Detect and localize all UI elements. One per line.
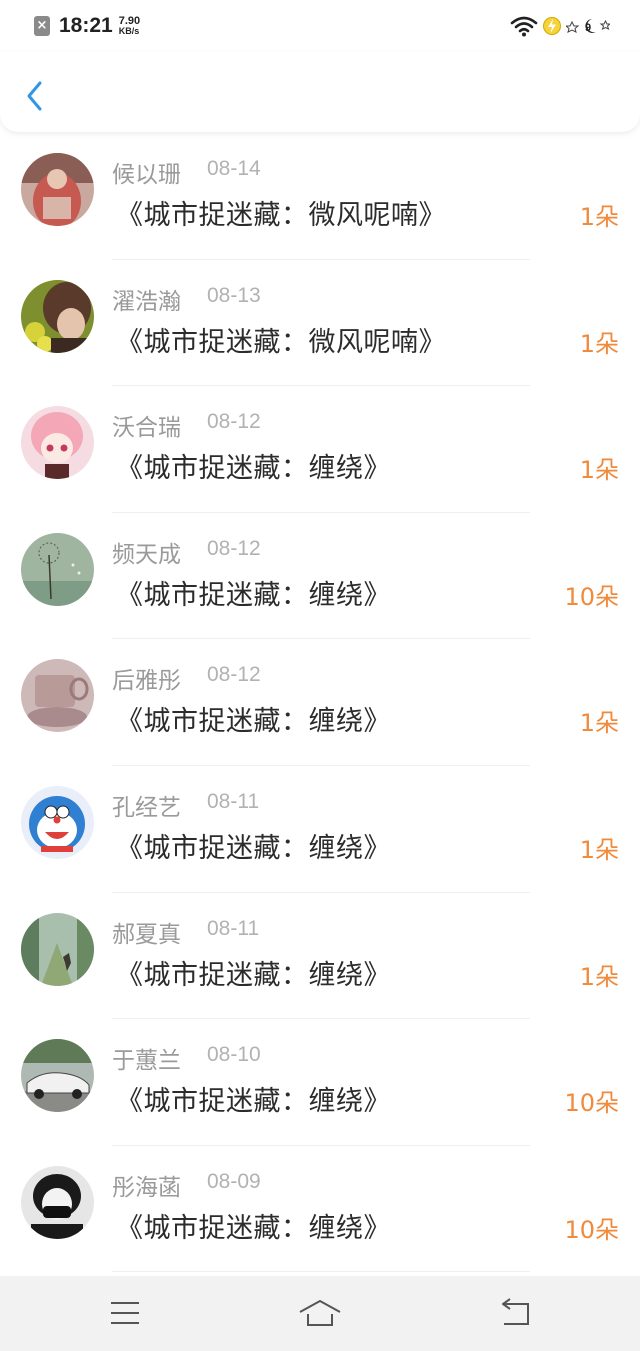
menu-icon [111, 1302, 139, 1324]
home-button[interactable] [290, 1288, 350, 1338]
user-name: 沃合瑞 [112, 415, 181, 442]
network-speed-value: 7.90 [118, 15, 141, 27]
list-item[interactable]: 频天成 08-12 《城市捉迷藏：缠绕》 10朵 [0, 513, 640, 640]
user-name: 后雅彤 [112, 668, 181, 695]
book-title: 《城市捉迷藏：缠绕》 [116, 579, 391, 611]
avatar[interactable] [21, 279, 94, 353]
gift-amount: 1朵 [579, 709, 619, 738]
system-nav-bar [0, 1276, 640, 1351]
gift-date: 08-10 [207, 1043, 261, 1067]
top-header [0, 52, 640, 132]
user-name: 彤海菡 [112, 1174, 181, 1201]
user-name: 郝夏真 [112, 921, 181, 948]
back-nav-button[interactable] [485, 1288, 545, 1338]
book-title: 《城市捉迷藏：缠绕》 [116, 453, 391, 485]
gift-amount: 10朵 [564, 582, 619, 611]
status-right: 9 [510, 15, 610, 37]
back-icon [502, 1298, 529, 1325]
gift-amount: 1朵 [579, 835, 619, 864]
list-item[interactable]: 彤海菡 08-09 《城市捉迷藏：缠绕》 10朵 [0, 1146, 640, 1273]
gift-date: 08-11 [207, 916, 260, 940]
svg-text:9: 9 [585, 22, 591, 34]
list-item[interactable]: 郝夏真 08-11 《城市捉迷藏：缠绕》 1朵 [0, 893, 640, 1020]
notification-x-icon: × [34, 16, 50, 36]
list-item[interactable]: 孔经艺 08-11 《城市捉迷藏：缠绕》 1朵 [0, 766, 640, 893]
gift-date: 08-12 [207, 663, 261, 687]
book-title: 《城市捉迷藏：缠绕》 [116, 706, 391, 738]
gift-date: 08-09 [207, 1169, 261, 1193]
book-title: 《城市捉迷藏：缠绕》 [116, 1086, 391, 1118]
book-title: 《城市捉迷藏：微风呢喃》 [116, 326, 446, 358]
gift-amount: 1朵 [579, 456, 619, 485]
back-button[interactable] [20, 76, 50, 116]
status-bar: × 18:21 7.90 KB/s 9 [0, 0, 640, 52]
book-title: 《城市捉迷藏：微风呢喃》 [116, 200, 446, 231]
gift-date: 08-11 [207, 789, 260, 813]
home-icon [299, 1300, 341, 1326]
network-speed: 7.90 KB/s [118, 15, 141, 37]
avatar[interactable] [21, 1165, 94, 1239]
network-speed-unit: KB/s [118, 26, 140, 36]
avatar[interactable] [21, 153, 94, 226]
user-name: 候以珊 [112, 162, 181, 188]
status-time: 18:21 [59, 14, 113, 37]
gift-date: 08-12 [207, 536, 261, 560]
gift-date: 08-14 [207, 157, 261, 180]
gift-date: 08-13 [207, 283, 261, 307]
list-item[interactable]: 于蕙兰 08-10 《城市捉迷藏：缠绕》 10朵 [0, 1019, 640, 1146]
list-item[interactable]: 后雅彤 08-12 《城市捉迷藏：缠绕》 1朵 [0, 639, 640, 766]
book-title: 《城市捉迷藏：缠绕》 [116, 832, 391, 864]
avatar[interactable] [21, 912, 94, 986]
list-item[interactable]: 沃合瑞 08-12 《城市捉迷藏：缠绕》 1朵 [0, 386, 640, 513]
book-title: 《城市捉迷藏：缠绕》 [116, 959, 391, 991]
weather-icon: 9 [566, 16, 610, 36]
user-name: 于蕙兰 [112, 1048, 181, 1075]
avatar[interactable] [21, 1039, 94, 1113]
avatar[interactable] [21, 406, 94, 480]
menu-button[interactable] [95, 1288, 155, 1338]
gift-amount: 10朵 [564, 1215, 619, 1244]
user-name: 频天成 [112, 541, 181, 568]
charging-icon [542, 16, 562, 36]
list-item[interactable]: 候以珊 08-14 《城市捉迷藏：微风呢喃》 1朵 [0, 133, 640, 260]
chevron-left-icon [27, 81, 42, 111]
user-name: 濯浩瀚 [112, 288, 181, 315]
gift-amount: 1朵 [579, 329, 619, 358]
gift-list: 候以珊 08-14 《城市捉迷藏：微风呢喃》 1朵 濯浩瀚 08-13 《城市捉… [0, 133, 640, 1273]
divider [112, 1271, 530, 1273]
avatar[interactable] [21, 532, 94, 606]
status-left: × 18:21 7.90 KB/s [34, 14, 140, 38]
avatar[interactable] [21, 659, 94, 733]
gift-amount: 1朵 [579, 203, 619, 231]
avatar[interactable] [21, 785, 94, 859]
user-name: 孔经艺 [112, 794, 181, 821]
list-item[interactable]: 濯浩瀚 08-13 《城市捉迷藏：微风呢喃》 1朵 [0, 260, 640, 387]
gift-amount: 1朵 [579, 962, 619, 991]
gift-amount: 10朵 [564, 1089, 619, 1118]
gift-date: 08-12 [207, 410, 261, 434]
book-title: 《城市捉迷藏：缠绕》 [116, 1212, 391, 1244]
wifi-icon [510, 15, 538, 37]
